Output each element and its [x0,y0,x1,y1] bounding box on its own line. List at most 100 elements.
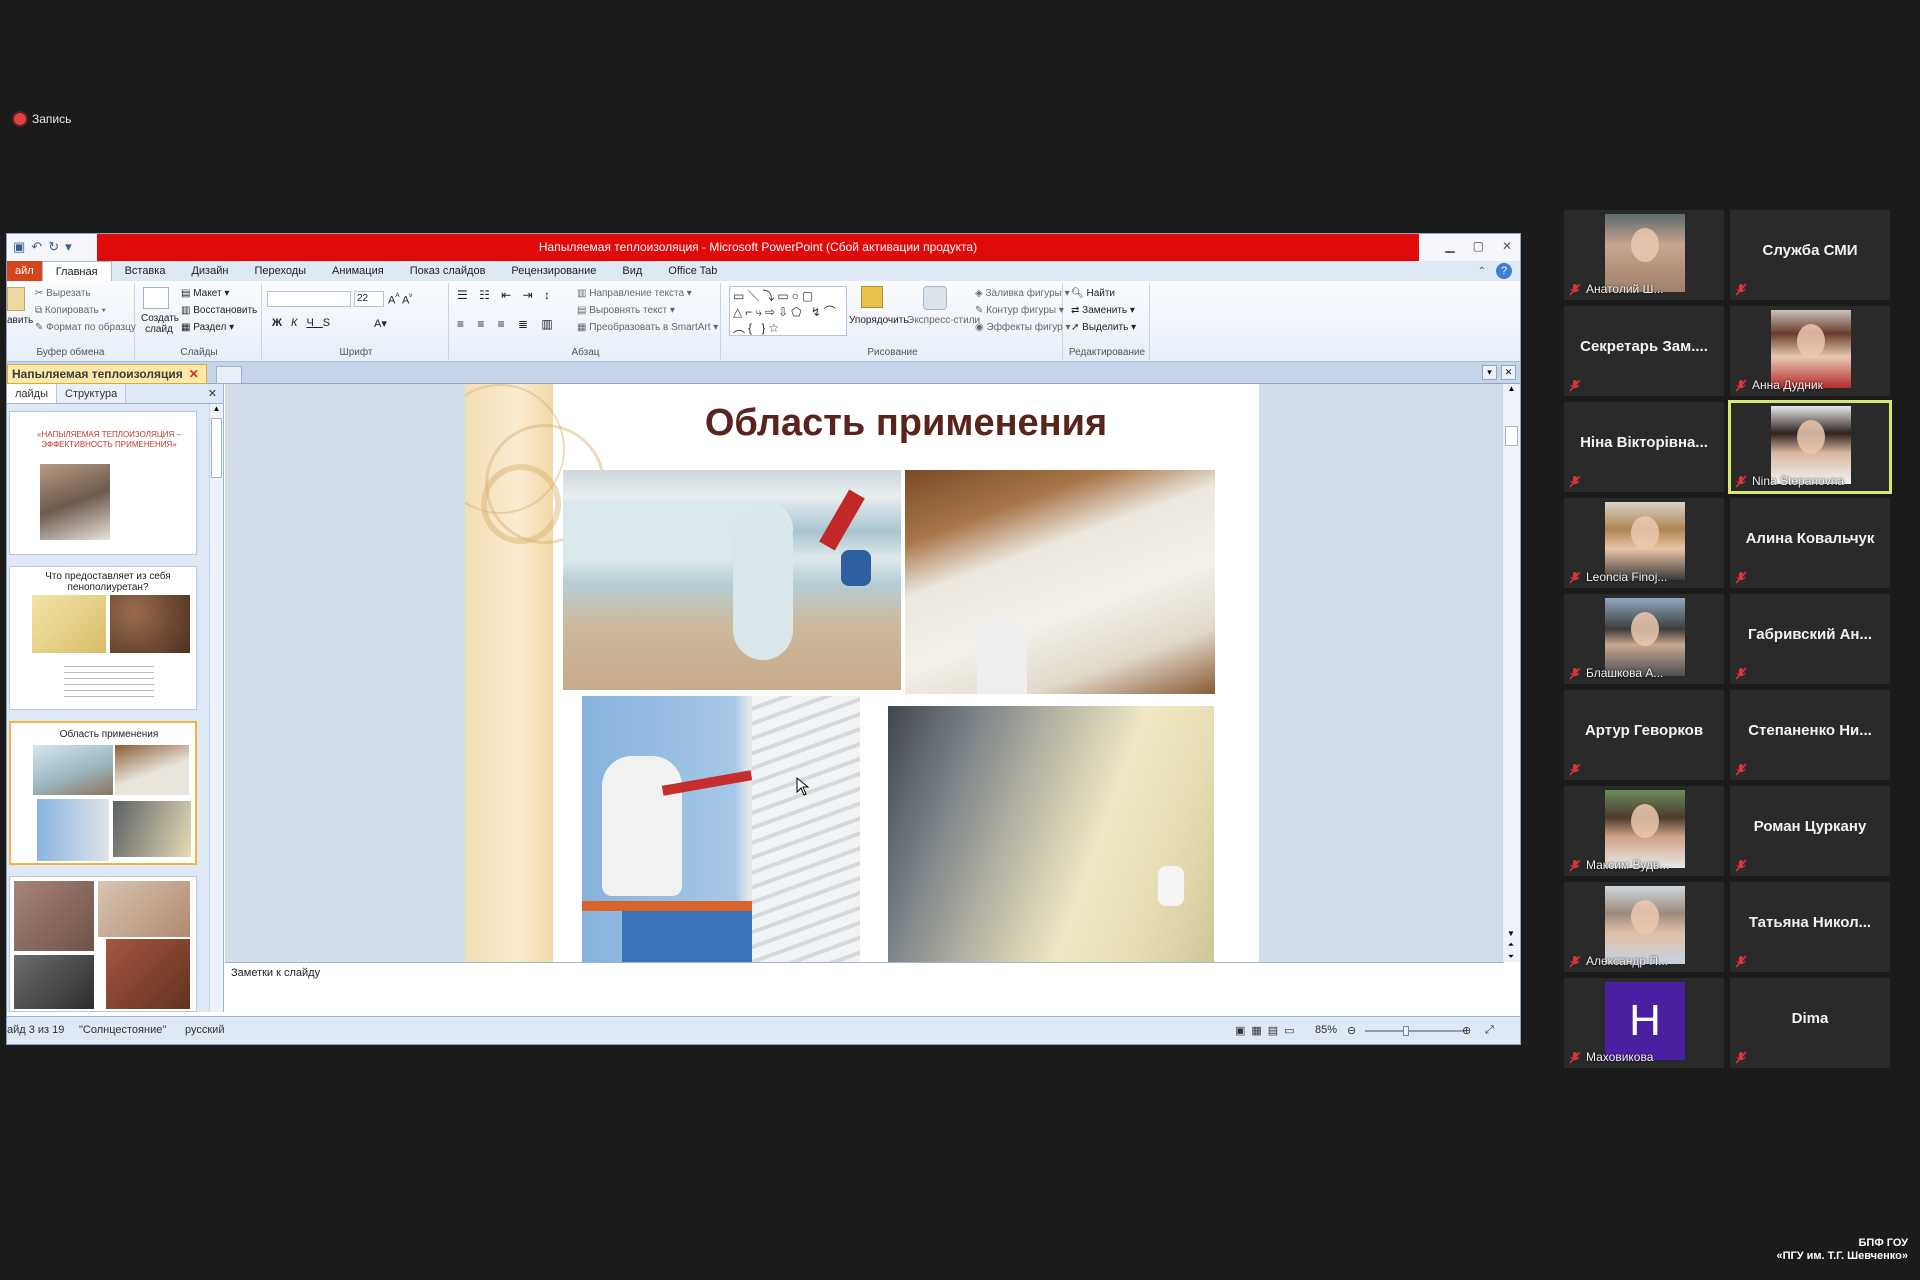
copy-button[interactable]: ⧉ Копировать ▾ [35,305,106,316]
language[interactable]: русский [185,1024,224,1036]
shared-screen[interactable]: ▣ ↶ ↻ ▾ Напыляемая теплоизоляция - Micro… [6,233,1521,1045]
arrange-icon[interactable] [861,286,883,308]
replace-button[interactable]: ⇄ Заменить ▾ [1071,305,1135,316]
new-slide-button[interactable]: Создать слайд [141,313,179,335]
participant-tile[interactable]: Александр П... [1564,882,1724,972]
participant-tile[interactable]: Dima [1730,978,1890,1068]
help-icon[interactable]: ? [1496,263,1512,279]
maximize-icon[interactable]: ▢ [1473,239,1484,253]
participant-tile[interactable]: Leoncia Finoj... [1564,498,1724,588]
participant-tile[interactable]: Максим Вудв... [1564,786,1724,876]
tab-file[interactable]: айл [7,261,42,281]
text-color-icon[interactable]: A▾ [374,317,387,330]
pane-scroll-up[interactable]: ▲ [210,404,223,416]
tab-transitions[interactable]: Переходы [241,261,319,281]
zoom-slider-thumb[interactable] [1403,1026,1409,1036]
find-button[interactable]: 🔍︎ Найти [1071,288,1115,299]
participant-tile[interactable]: Алина Ковальчук [1730,498,1890,588]
participant-tile[interactable]: Артур Геворков [1564,690,1724,780]
minimize-icon[interactable]: ▁ [1445,239,1454,253]
quick-styles-icon[interactable] [923,286,947,310]
participant-tile[interactable]: H Маховикова [1564,978,1724,1068]
cut-button[interactable]: ✂ Вырезать [35,288,91,299]
participant-tile[interactable]: Габривский Ан... [1730,594,1890,684]
tab-slideshow[interactable]: Показ слайдов [397,261,499,281]
font-size-field[interactable]: 22 [354,291,384,307]
slide-title[interactable]: Область применения [553,402,1259,445]
tab-list-icon[interactable]: ▾ [1482,365,1497,380]
section-button[interactable]: ▦ Раздел ▾ [181,322,234,333]
tab-insert[interactable]: Вставка [112,261,179,281]
close-tab-icon[interactable]: ✕ [1501,365,1516,380]
tab-outline[interactable]: Структура [57,384,127,403]
next-slide-icon[interactable]: ⏷ [1503,952,1519,962]
close-pane-icon[interactable]: ✕ [208,384,223,403]
text-direction-button[interactable]: ▥ Направление текста ▾ [577,288,692,299]
zoom-slider[interactable] [1365,1030,1465,1032]
slide-scroll-up[interactable]: ▲ [1503,384,1520,396]
participant-tile[interactable]: Служба СМИ [1730,210,1890,300]
zoom-out-icon[interactable]: ⊖ [1347,1024,1356,1037]
slide-thumbnail-1[interactable]: «НАПЫЛЯЕМАЯ ТЕПЛОИЗОЛЯЦИЯ – ЭФФЕКТИВНОСТ… [9,411,197,555]
layout-button[interactable]: ▤ Макет ▾ [181,288,229,299]
select-button[interactable]: ➚ Выделить ▾ [1071,322,1136,333]
pane-scroll-thumb[interactable] [211,418,222,478]
close-icon[interactable]: ✕ [1502,239,1512,253]
undo-icon[interactable]: ↶ [31,239,42,255]
new-doc-tab[interactable] [216,366,242,384]
tab-home[interactable]: Главная [41,261,112,281]
slide-editor[interactable]: Область применения [225,384,1504,962]
tab-office-tab[interactable]: Office Tab [655,261,730,281]
align-icons[interactable]: ≡ ≡ ≡ ≣ ▥ [457,317,558,331]
tab-design[interactable]: Дизайн [178,261,241,281]
arrange-button[interactable]: Упорядочить [849,315,909,326]
slide-scrollbar[interactable]: ▲ ▼ ⏶ ⏷ [1502,384,1520,962]
customize-qat-icon[interactable]: ▾ [65,239,72,255]
format-painter-button[interactable]: ✎ Формат по образцу [35,322,136,333]
slide-thumbnail-3[interactable]: Область применения [9,721,197,865]
slide-scroll-down[interactable]: ▼ [1503,929,1519,938]
slide-scroll-thumb[interactable] [1505,426,1518,446]
participant-tile[interactable]: Степаненко Ни... [1730,690,1890,780]
participant-tile[interactable]: Блашкова А... [1564,594,1724,684]
participant-tile[interactable]: Роман Цуркану [1730,786,1890,876]
paste-icon[interactable] [7,287,25,311]
smartart-button[interactable]: ▦ Преобразовать в SmartArt ▾ [577,322,718,333]
slide-thumbnail-2[interactable]: Что предоставляет из себя пенополиуретан… [9,566,197,710]
pane-scrollbar[interactable]: ▲ [209,404,223,1012]
align-text-button[interactable]: ▤ Выровнять текст ▾ [577,305,675,316]
font-name-field[interactable] [267,291,351,307]
participant-tile[interactable]: Nina Stepanovna [1728,400,1892,494]
tab-animations[interactable]: Анимация [319,261,397,281]
zoom-in-icon[interactable]: ⊕ [1462,1024,1471,1037]
redo-icon[interactable]: ↻ [48,239,59,255]
participant-tile[interactable]: Анна Дудник [1730,306,1890,396]
tab-review[interactable]: Рецензирование [498,261,609,281]
new-slide-icon[interactable] [143,287,169,309]
slide-thumbnail-4[interactable] [9,876,197,1012]
collapse-ribbon-icon[interactable]: ⌃ [1478,266,1486,277]
current-slide[interactable]: Область применения [465,384,1259,962]
close-doc-icon[interactable]: ✕ [189,367,199,381]
font-format-icons[interactable]: ЖКЧS [272,317,339,329]
shape-outline-button[interactable]: ✎ Контур фигуры ▾ [975,305,1064,316]
view-buttons[interactable]: ▣▦▤▭ [1235,1024,1301,1037]
zoom-level[interactable]: 85% [1315,1024,1337,1036]
prev-slide-icon[interactable]: ⏶ [1503,940,1519,950]
shape-effects-button[interactable]: ◉ Эффекты фигур ▾ [975,322,1070,333]
tab-slides[interactable]: лайды [7,384,58,403]
grow-font-icon[interactable]: Aᴬ Aᵛ [388,291,412,307]
participant-tile[interactable]: Анатолий Ш... [1564,210,1724,300]
notes-pane[interactable]: Заметки к слайду [225,962,1504,1000]
participant-tile[interactable]: Секретарь Зам.... [1564,306,1724,396]
participant-tile[interactable]: Татьяна Никол... [1730,882,1890,972]
list-icons[interactable]: ☰ ☷ ⇤ ⇥ ↕ [457,288,554,302]
shapes-gallery[interactable]: ▭＼⤵▭○▢ △⌐⤷⇨⇩⬠ ↯⌒︵{ }☆ [729,286,847,336]
paste-button[interactable]: авить [7,315,33,326]
participant-tile[interactable]: Ніна Вікторівна... [1564,402,1724,492]
document-tab[interactable]: Напыляемая теплоизоляция ✕ [7,364,207,384]
fit-slide-icon[interactable]: ⤢ [1485,1024,1494,1037]
save-icon[interactable]: ▣ [13,239,25,255]
shape-fill-button[interactable]: ◈ Заливка фигуры ▾ [975,288,1070,299]
quick-styles-button[interactable]: Экспресс-стили [907,315,980,326]
